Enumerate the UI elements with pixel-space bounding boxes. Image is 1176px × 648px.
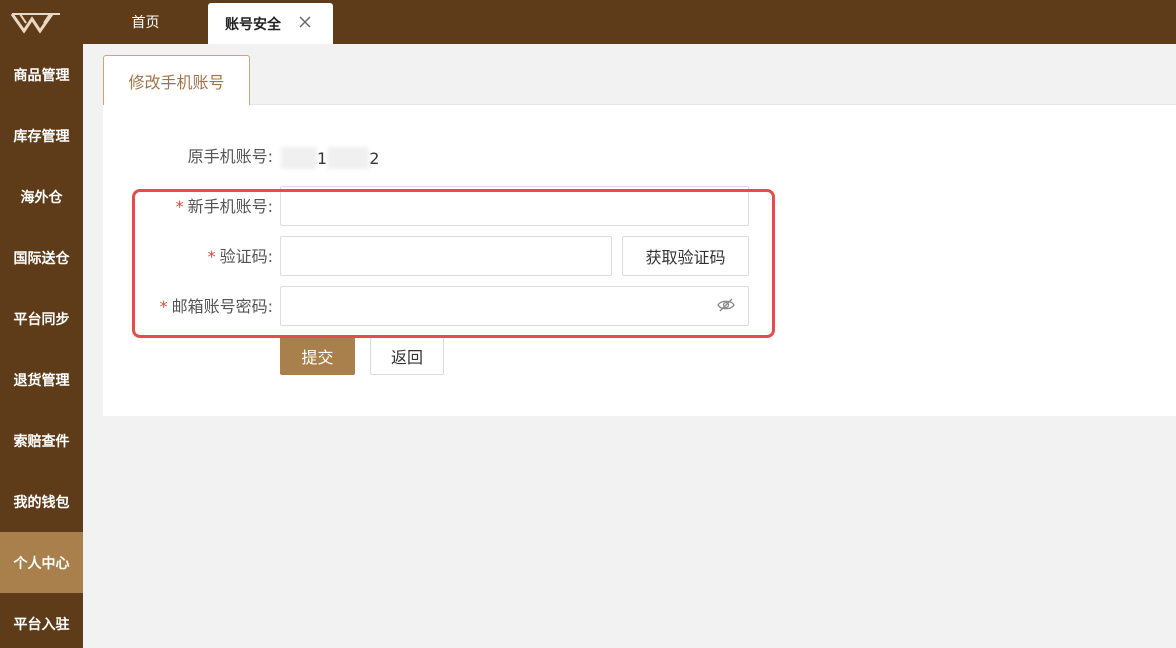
sidebar-item-wallet[interactable]: 我的钱包 <box>0 471 83 532</box>
sidebar-item-platform-sync[interactable]: 平台同步 <box>0 288 83 349</box>
logo[interactable] <box>0 0 83 44</box>
sidebar-item-claims[interactable]: 索赔查件 <box>0 410 83 471</box>
tab-home[interactable]: 首页 <box>83 0 208 44</box>
sidebar: 商品管理 库存管理 海外仓 国际送仓 平台同步 退货管理 索赔查件 我的钱包 个… <box>0 0 83 648</box>
get-code-button[interactable]: 获取验证码 <box>622 236 749 276</box>
required-mark: * <box>159 297 168 316</box>
sidebar-item-overseas-warehouse[interactable]: 海外仓 <box>0 166 83 227</box>
sidebar-item-product[interactable]: 商品管理 <box>0 44 83 105</box>
verification-code-label: * 验证码: <box>103 247 273 267</box>
original-phone-value: 1 2 <box>281 147 379 169</box>
w-logo-icon <box>10 13 60 34</box>
original-phone-label: 原手机账号: <box>187 147 273 166</box>
new-phone-label-text: 新手机账号: <box>187 197 273 216</box>
tab-change-phone[interactable]: 修改手机账号 <box>103 55 250 106</box>
form-panel: 原手机账号: 1 2 * 新手机账号: * 验证码: 获取验证码 * 邮箱账号密码: … <box>103 105 1176 416</box>
tab-label: 账号安全 <box>225 16 281 33</box>
top-tab-bar: 首页 账号安全 <box>83 0 1176 44</box>
masked-digits <box>281 147 317 169</box>
required-mark: * <box>175 197 184 216</box>
sidebar-nav: 商品管理 库存管理 海外仓 国际送仓 平台同步 退货管理 索赔查件 我的钱包 个… <box>0 44 83 648</box>
email-password-label-text: 邮箱账号密码: <box>171 297 273 316</box>
masked-digits <box>327 147 370 169</box>
sidebar-item-inventory[interactable]: 库存管理 <box>0 105 83 166</box>
tab-account-security[interactable]: 账号安全 <box>208 3 333 44</box>
verification-code-input[interactable] <box>280 236 612 276</box>
submit-button[interactable]: 提交 <box>280 337 355 375</box>
required-mark: * <box>207 247 216 266</box>
email-password-input[interactable] <box>280 286 749 326</box>
original-phone-end: 2 <box>369 148 380 168</box>
close-icon[interactable] <box>298 15 312 29</box>
sidebar-item-personal-center[interactable]: 个人中心 <box>0 532 83 593</box>
email-password-label: * 邮箱账号密码: <box>103 297 273 317</box>
back-button[interactable]: 返回 <box>370 337 444 375</box>
new-phone-input[interactable] <box>280 186 749 226</box>
content-tab-bar: 修改手机账号 <box>103 55 1176 106</box>
sidebar-item-returns[interactable]: 退货管理 <box>0 349 83 410</box>
sidebar-item-intl-delivery[interactable]: 国际送仓 <box>0 227 83 288</box>
verification-code-label-text: 验证码: <box>219 247 273 266</box>
sidebar-item-platform-onboarding[interactable]: 平台入驻 <box>0 593 83 648</box>
original-phone-start: 1 <box>317 148 328 168</box>
new-phone-label: * 新手机账号: <box>103 197 273 217</box>
eye-off-icon[interactable] <box>717 296 735 314</box>
